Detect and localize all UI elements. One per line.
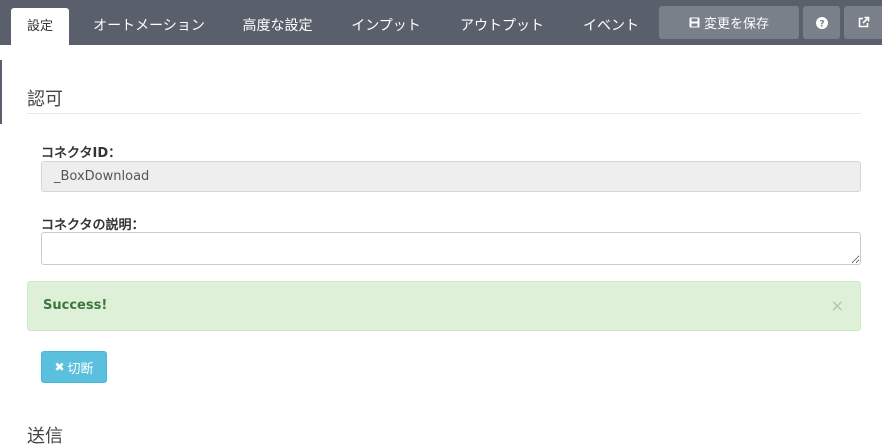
section-title-authorization: 認可 [27,89,63,110]
disconnect-label: 切断 [67,361,94,377]
section-divider [27,113,861,114]
close-icon: ✖ [54,360,65,374]
connector-id-label: コネクタID： [41,146,122,161]
success-alert: Success! × [27,281,861,331]
section-title-send: 送信 [27,426,63,447]
disconnect-button[interactable]: ✖ 切断 [41,351,107,383]
connector-description-field[interactable] [41,232,861,265]
connector-id-field: _BoxDownload [41,161,861,192]
connector-description-label: コネクタの説明： [41,218,145,233]
settings-panel: 認可 コネクタID： _BoxDownload コネクタの説明： Success… [0,0,882,447]
alert-close-icon[interactable]: × [831,282,844,330]
alert-message: Success! [43,298,108,313]
